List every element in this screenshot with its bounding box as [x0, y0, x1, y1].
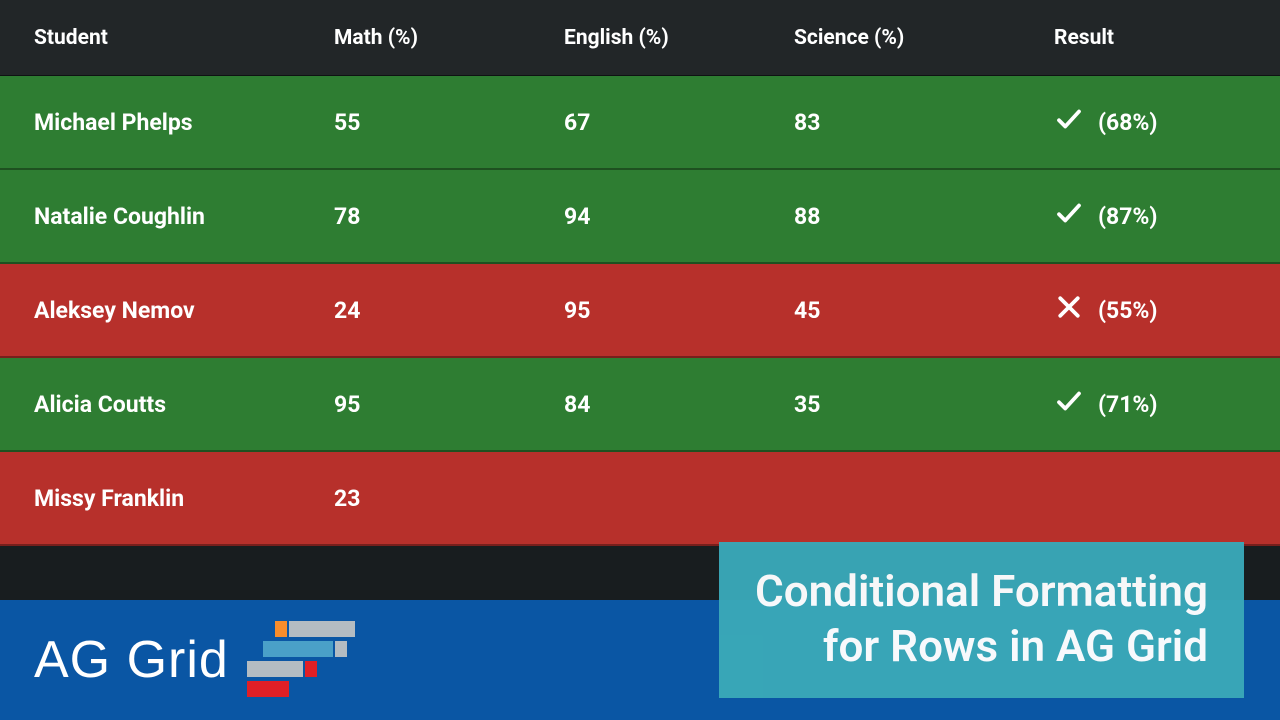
table-row[interactable]: Aleksey Nemov 24 95 45 (55%) [0, 264, 1280, 358]
cell-math: 23 [300, 485, 530, 512]
cell-result: (71%) [1020, 386, 1280, 422]
brand-name: AG Grid [34, 630, 229, 690]
cell-english: 84 [530, 391, 760, 418]
table-row[interactable]: Michael Phelps 55 67 83 (68%) [0, 76, 1280, 170]
cell-english: 94 [530, 203, 760, 230]
result-avg: (68%) [1098, 109, 1158, 136]
table-row[interactable]: Missy Franklin 23 [0, 452, 1280, 546]
cell-science: 83 [760, 109, 1020, 136]
title-overlay: Conditional Formatting for Rows in AG Gr… [719, 542, 1244, 698]
ag-grid-logo-icon [247, 619, 357, 701]
cell-science: 45 [760, 297, 1020, 324]
table-row[interactable]: Natalie Coughlin 78 94 88 (87%) [0, 170, 1280, 264]
col-header-science[interactable]: Science (%) [760, 26, 1020, 50]
cell-student: Alicia Coutts [0, 391, 300, 418]
cell-student: Missy Franklin [0, 485, 300, 512]
check-icon [1054, 198, 1084, 234]
cell-result: (68%) [1020, 104, 1280, 140]
cell-student: Michael Phelps [0, 109, 300, 136]
col-header-math[interactable]: Math (%) [300, 26, 530, 50]
cross-icon [1054, 292, 1084, 328]
col-header-english[interactable]: English (%) [530, 26, 760, 50]
cell-science: 35 [760, 391, 1020, 418]
cell-science: 88 [760, 203, 1020, 230]
cell-math: 78 [300, 203, 530, 230]
result-avg: (55%) [1098, 297, 1158, 324]
cell-student: Natalie Coughlin [0, 203, 300, 230]
check-icon [1054, 386, 1084, 422]
check-icon [1054, 104, 1084, 140]
title-line-2: for Rows in AG Grid [755, 619, 1208, 674]
data-grid: Student Math (%) English (%) Science (%)… [0, 0, 1280, 574]
result-avg: (87%) [1098, 203, 1158, 230]
cell-result: (87%) [1020, 198, 1280, 234]
cell-english: 67 [530, 109, 760, 136]
result-avg: (71%) [1098, 391, 1158, 418]
cell-math: 95 [300, 391, 530, 418]
cell-math: 24 [300, 297, 530, 324]
table-row[interactable]: Alicia Coutts 95 84 35 (71%) [0, 358, 1280, 452]
col-header-result[interactable]: Result [1020, 26, 1280, 50]
cell-english: 95 [530, 297, 760, 324]
title-line-1: Conditional Formatting [755, 564, 1208, 619]
cell-math: 55 [300, 109, 530, 136]
ag-grid-logo: AG Grid [34, 619, 357, 701]
table-header-row: Student Math (%) English (%) Science (%)… [0, 0, 1280, 76]
col-header-student[interactable]: Student [0, 26, 300, 50]
cell-result: (55%) [1020, 292, 1280, 328]
cell-student: Aleksey Nemov [0, 297, 300, 324]
